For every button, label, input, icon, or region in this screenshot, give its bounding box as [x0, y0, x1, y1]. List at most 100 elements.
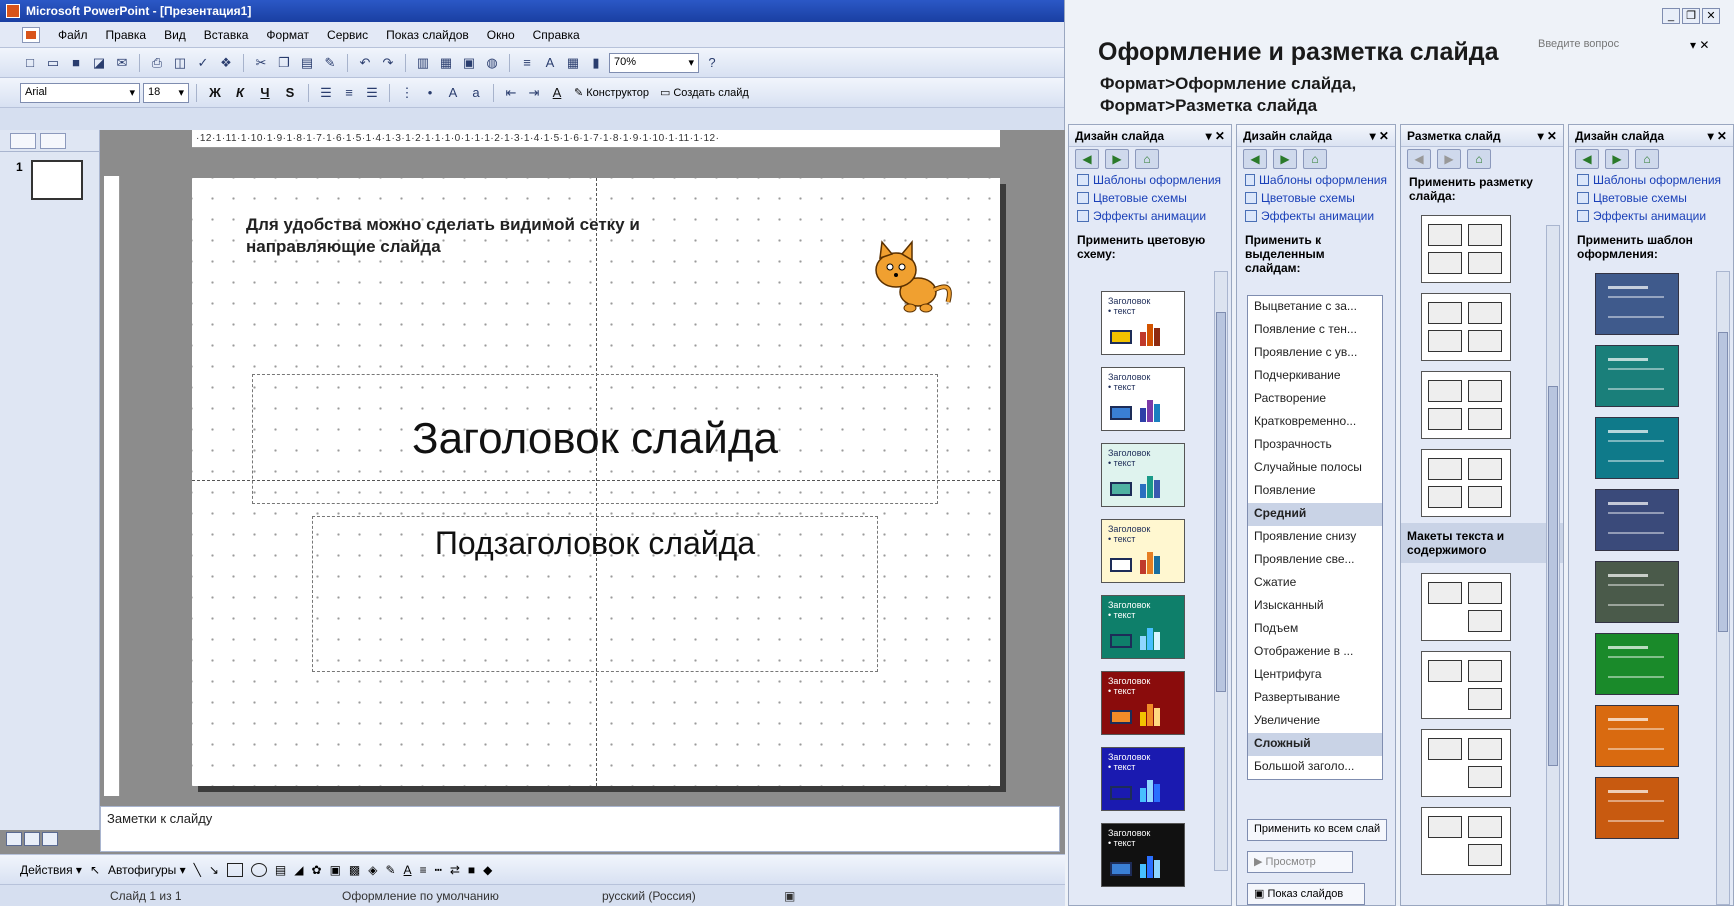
effect-item[interactable]: Прозрачность — [1248, 434, 1382, 457]
expand-all-icon[interactable]: ≡ — [517, 53, 537, 73]
align-center-icon[interactable]: ≡ — [339, 83, 359, 103]
insert-table-icon[interactable]: ▦ — [436, 53, 456, 73]
color-scheme-item[interactable]: Заголовок • текст — [1101, 747, 1185, 811]
effect-item[interactable]: Появление с тен... — [1248, 319, 1382, 342]
link-animation-effects[interactable]: Эффекты анимации — [1069, 207, 1231, 225]
back-icon[interactable]: ◀ — [1075, 149, 1099, 169]
wordart-icon[interactable]: ◢ — [294, 863, 303, 877]
menu-tools[interactable]: Сервис — [327, 28, 368, 42]
design-template-item[interactable] — [1595, 561, 1679, 623]
new-icon[interactable]: □ — [20, 53, 40, 73]
home-icon[interactable]: ⌂ — [1303, 149, 1327, 169]
autoshapes-menu[interactable]: Автофигуры ▾ — [108, 863, 186, 877]
permission-icon[interactable]: ◪ — [89, 53, 109, 73]
color-scheme-item[interactable]: Заголовок • текст — [1101, 595, 1185, 659]
select-arrow-icon[interactable]: ↖ — [90, 863, 100, 877]
help-icon[interactable]: ? — [702, 53, 722, 73]
effect-item[interactable]: Кратковременно... — [1248, 411, 1382, 434]
dash-style-icon[interactable]: ┅ — [435, 863, 442, 877]
underline-button[interactable]: Ч — [254, 85, 276, 100]
outline-tab[interactable] — [10, 133, 36, 149]
layout-item[interactable] — [1421, 449, 1511, 517]
decrease-font-icon[interactable]: a — [466, 83, 486, 103]
font-color-icon[interactable]: A — [547, 83, 567, 103]
cat-clipart-icon[interactable] — [862, 240, 958, 318]
arrow-style-icon[interactable]: ⇄ — [450, 863, 460, 877]
clipart-icon[interactable]: ▣ — [330, 863, 341, 877]
rectangle-icon[interactable] — [226, 862, 243, 877]
design-template-item[interactable] — [1595, 345, 1679, 407]
menu-edit[interactable]: Правка — [106, 28, 147, 42]
3d-style-icon[interactable]: ◆ — [483, 863, 492, 877]
copy-icon[interactable]: ❐ — [274, 53, 294, 73]
textbox-icon[interactable]: ▤ — [275, 863, 286, 877]
menu-help[interactable]: Справка — [533, 28, 580, 42]
effect-item[interactable]: Случайные полосы — [1248, 457, 1382, 480]
notes-pane[interactable]: Заметки к слайду — [100, 806, 1060, 852]
new-slide-button[interactable]: ▭ Создать слайд — [656, 86, 753, 100]
back-icon[interactable]: ◀ — [1243, 149, 1267, 169]
forward-icon[interactable]: ▶ — [1273, 149, 1297, 169]
effect-item[interactable]: Появление — [1248, 480, 1382, 503]
oval-icon[interactable] — [250, 862, 267, 877]
shadow-button[interactable]: S — [279, 85, 301, 100]
home-icon[interactable]: ⌂ — [1467, 149, 1491, 169]
effect-item[interactable]: Изысканный — [1248, 595, 1382, 618]
line-color-icon[interactable]: ✎ — [385, 863, 395, 877]
fill-color-icon[interactable]: ◈ — [368, 863, 377, 877]
slide-thumbnail[interactable] — [30, 160, 83, 200]
slides-tab[interactable] — [40, 133, 66, 149]
preview-button[interactable]: ▶ Просмотр — [1247, 851, 1353, 873]
picture-icon[interactable]: ▩ — [349, 863, 360, 877]
color-scheme-item[interactable]: Заголовок • текст — [1101, 443, 1185, 507]
arrow-icon[interactable]: ↘ — [209, 863, 219, 877]
insert-chart-icon[interactable]: ▥ — [413, 53, 433, 73]
layout-item[interactable] — [1421, 293, 1511, 361]
pane-close-icon[interactable]: ▾ ✕ — [1538, 129, 1557, 143]
effect-item[interactable]: Выцветание с за... — [1248, 296, 1382, 319]
zoom-select[interactable]: 70% ▾ — [609, 52, 699, 73]
effect-item[interactable]: Подъем — [1248, 618, 1382, 641]
slide-thumbnail-item[interactable]: 1 — [16, 160, 83, 200]
subtitle-placeholder[interactable]: Подзаголовок слайда — [312, 516, 878, 672]
show-formatting-icon[interactable]: A — [540, 53, 560, 73]
color-scheme-item[interactable]: Заголовок • текст — [1101, 291, 1185, 355]
close-icon[interactable]: ✕ — [1702, 8, 1720, 24]
vertical-ruler[interactable] — [104, 176, 120, 796]
research-icon[interactable]: ❖ — [216, 53, 236, 73]
layout-item[interactable] — [1421, 573, 1511, 641]
pane-close-icon[interactable]: ▾ ✕ — [1708, 129, 1727, 143]
save-icon[interactable]: ■ — [66, 53, 86, 73]
slide-note-text[interactable]: Для удобства можно сделать видимой сетку… — [246, 214, 666, 258]
slideshow-button[interactable]: ▣ Показ слайдов — [1247, 883, 1365, 905]
link-color-schemes[interactable]: Цветовые схемы — [1069, 189, 1231, 207]
format-painter-icon[interactable]: ✎ — [320, 53, 340, 73]
scrollbar[interactable] — [1214, 271, 1228, 871]
menu-slideshow[interactable]: Показ слайдов — [386, 28, 469, 42]
home-icon[interactable]: ⌂ — [1135, 149, 1159, 169]
menu-insert[interactable]: Вставка — [204, 28, 249, 42]
show-grid-icon[interactable]: ▦ — [563, 53, 583, 73]
layout-item[interactable] — [1421, 651, 1511, 719]
bullets-icon[interactable]: • — [420, 83, 440, 103]
effect-item[interactable]: Развертывание — [1248, 687, 1382, 710]
apply-to-all-button[interactable]: Применить ко всем слай — [1247, 819, 1387, 841]
layout-item[interactable] — [1421, 807, 1511, 875]
effect-item[interactable]: Центрифуга — [1248, 664, 1382, 687]
link-design-templates[interactable]: Шаблоны оформления — [1569, 171, 1733, 189]
normal-view-button[interactable] — [6, 832, 22, 846]
forward-icon[interactable]: ▶ — [1105, 149, 1129, 169]
link-animation-effects[interactable]: Эффекты анимации — [1237, 207, 1395, 225]
slide-canvas[interactable]: Для удобства можно сделать видимой сетку… — [192, 178, 1000, 786]
color-grayscale-icon[interactable]: ▮ — [586, 53, 606, 73]
back-icon[interactable]: ◀ — [1575, 149, 1599, 169]
tables-borders-icon[interactable]: ▣ — [459, 53, 479, 73]
increase-font-icon[interactable]: A — [443, 83, 463, 103]
close-document-icon[interactable]: ▾ ✕ — [1690, 38, 1709, 52]
effect-item[interactable]: Подчеркивание — [1248, 365, 1382, 388]
forward-icon[interactable]: ▶ — [1437, 149, 1461, 169]
spelling-icon[interactable]: ✓ — [193, 53, 213, 73]
pane-close-icon[interactable]: ▾ ✕ — [1206, 129, 1225, 143]
color-scheme-item[interactable]: Заголовок • текст — [1101, 823, 1185, 887]
insert-hyperlink-icon[interactable]: ◍ — [482, 53, 502, 73]
